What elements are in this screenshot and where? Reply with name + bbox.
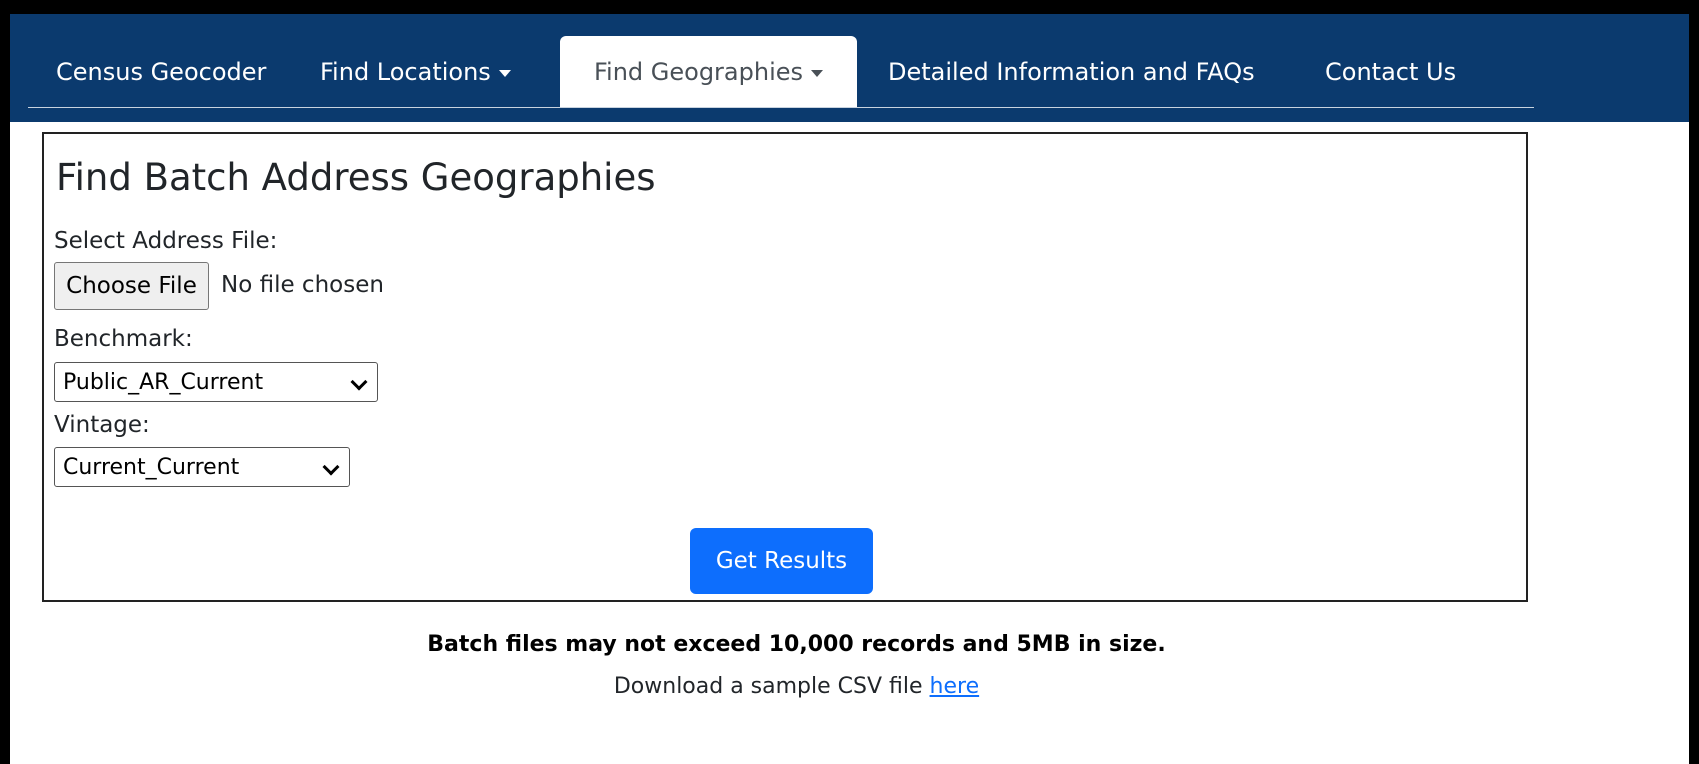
nav-census-geocoder[interactable]: Census Geocoder xyxy=(56,36,266,108)
nav-find-geographies-label: Find Geographies xyxy=(593,58,804,86)
page-frame: Census Geocoder Find Locations Find Geog… xyxy=(0,0,1699,764)
batch-geographies-form: Find Batch Address Geographies Select Ad… xyxy=(42,132,1528,602)
batch-limit-notice: Batch files may not exceed 10,000 record… xyxy=(427,632,1166,657)
nav-census-geocoder-label: Census Geocoder xyxy=(56,58,267,86)
vintage-select[interactable]: Current_Current xyxy=(54,447,350,487)
caret-down-icon xyxy=(811,69,824,77)
choose-file-button[interactable]: Choose File xyxy=(54,262,209,310)
sample-download-line: Download a sample CSV file here xyxy=(10,674,1583,699)
chevron-down-icon xyxy=(322,458,340,476)
nav-find-locations-label: Find Locations xyxy=(320,58,491,86)
file-label: Select Address File: xyxy=(54,228,278,254)
caret-down-icon xyxy=(498,69,511,77)
nav-contact-us-label: Contact Us xyxy=(1325,58,1457,86)
benchmark-select[interactable]: Public_AR_Current xyxy=(54,362,378,402)
nav-detailed-information-faqs[interactable]: Detailed Information and FAQs xyxy=(888,36,1255,108)
benchmark-label: Benchmark: xyxy=(54,326,193,352)
navbar-divider xyxy=(28,107,1534,108)
nav-contact-us[interactable]: Contact Us xyxy=(1325,36,1456,108)
nav-find-locations[interactable]: Find Locations xyxy=(320,36,511,108)
vintage-label: Vintage: xyxy=(54,412,150,438)
benchmark-selected-value: Public_AR_Current xyxy=(63,369,264,395)
file-status-text: No file chosen xyxy=(221,272,384,298)
sample-download-text: Download a sample CSV file xyxy=(613,674,923,699)
page-title: Find Batch Address Geographies xyxy=(56,156,656,199)
chevron-down-icon xyxy=(350,373,368,391)
nav-detailed-information-label: Detailed Information and FAQs xyxy=(888,58,1255,86)
get-results-button[interactable]: Get Results xyxy=(690,528,873,594)
sample-download-link[interactable]: here xyxy=(930,674,980,699)
nav-find-geographies[interactable]: Find Geographies xyxy=(560,36,857,108)
vintage-selected-value: Current_Current xyxy=(63,454,240,480)
top-navbar: Census Geocoder Find Locations Find Geog… xyxy=(10,14,1689,122)
